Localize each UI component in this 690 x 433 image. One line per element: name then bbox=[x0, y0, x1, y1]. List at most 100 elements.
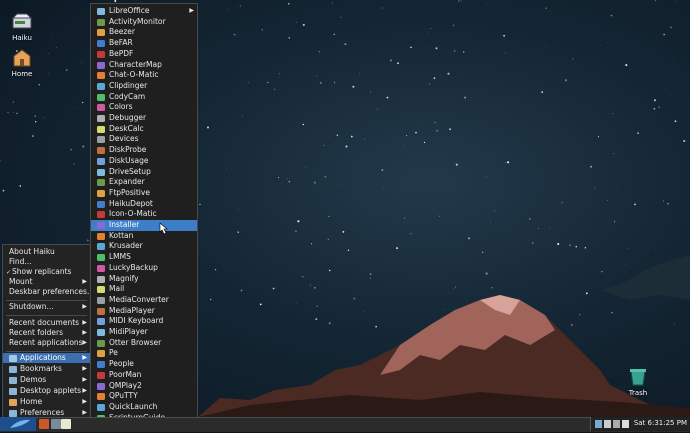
app-item-beezer[interactable]: Beezer bbox=[91, 27, 197, 38]
app-item-label: Clipdinger bbox=[109, 81, 147, 90]
menu-recent-folders[interactable]: Recent folders▶ bbox=[3, 328, 90, 338]
app-item-bepdf[interactable]: BePDF bbox=[91, 49, 197, 60]
menu-mount[interactable]: Mount▶ bbox=[3, 277, 90, 287]
volume-icon[interactable] bbox=[604, 420, 611, 428]
menu-desktop-applets[interactable]: Desktop applets▶ bbox=[3, 386, 90, 396]
submenu-arrow-icon: ▶ bbox=[189, 6, 194, 17]
mediaplayer-icon bbox=[97, 308, 105, 315]
deskcalc-icon bbox=[97, 126, 105, 133]
menu-recent-applications[interactable]: Recent applications▶ bbox=[3, 338, 90, 348]
network-icon[interactable] bbox=[595, 420, 602, 428]
menu-shutdown[interactable]: Shutdown...▶ bbox=[3, 302, 90, 312]
app-item-installer[interactable]: Installer bbox=[91, 220, 197, 231]
app-item-icon-o-matic[interactable]: Icon-O-Matic bbox=[91, 209, 197, 220]
document-app-icon[interactable] bbox=[61, 419, 71, 429]
app-item-kottan[interactable]: Kottan bbox=[91, 231, 197, 242]
bookmarks-folder-icon bbox=[9, 366, 17, 373]
clipdinger-icon bbox=[97, 83, 105, 90]
app-item-mail[interactable]: Mail bbox=[91, 284, 197, 295]
app-item-debugger[interactable]: Debugger bbox=[91, 113, 197, 124]
app-item-clipdinger[interactable]: Clipdinger bbox=[91, 81, 197, 92]
submenu-arrow-icon: ▶ bbox=[82, 302, 87, 312]
app-item-label: MidiPlayer bbox=[109, 327, 148, 336]
app-item-charactermap[interactable]: CharacterMap bbox=[91, 60, 197, 71]
clipboard-icon[interactable] bbox=[613, 420, 620, 428]
menu-find[interactable]: Find... bbox=[3, 257, 90, 267]
app-item-label: Icon-O-Matic bbox=[109, 209, 157, 218]
menu-recent-documents[interactable]: Recent documents▶ bbox=[3, 318, 90, 328]
menu-item-label: Deskbar preferences... bbox=[9, 287, 94, 296]
magnify-icon bbox=[97, 276, 105, 283]
sync-icon[interactable] bbox=[622, 420, 629, 428]
app-item-devices[interactable]: Devices bbox=[91, 134, 197, 145]
app-item-label: DriveSetup bbox=[109, 167, 151, 176]
ftppositive-icon bbox=[97, 190, 105, 197]
menu-item-label: Show replicants bbox=[12, 267, 71, 276]
app-item-midi-keyboard[interactable]: MIDI Keyboard bbox=[91, 316, 197, 327]
menu-about-haiku[interactable]: About Haiku bbox=[3, 247, 90, 257]
app-item-luckybackup[interactable]: LuckyBackup bbox=[91, 263, 197, 274]
menu-applications[interactable]: Applications▶ bbox=[3, 353, 90, 363]
bepdf-icon bbox=[97, 51, 105, 58]
app-item-label: DiskProbe bbox=[109, 145, 146, 154]
app-item-label: LMMS bbox=[109, 252, 131, 261]
app-item-activitymonitor[interactable]: ActivityMonitor bbox=[91, 17, 197, 28]
luckybackup-icon bbox=[97, 265, 105, 272]
app-item-qputty[interactable]: QPuTTY bbox=[91, 391, 197, 402]
app-item-magnify[interactable]: Magnify bbox=[91, 274, 197, 285]
menu-demos[interactable]: Demos▶ bbox=[3, 375, 90, 385]
app-item-codycam[interactable]: CodyCam bbox=[91, 92, 197, 103]
app-item-mediaplayer[interactable]: MediaPlayer bbox=[91, 306, 197, 317]
app-item-label: PoorMan bbox=[109, 370, 141, 379]
app-item-ftppositive[interactable]: FtpPositive bbox=[91, 188, 197, 199]
app-item-otter-browser[interactable]: Otter Browser bbox=[91, 338, 197, 349]
app-item-label: Magnify bbox=[109, 274, 139, 283]
app-item-haikudepot[interactable]: HaikuDepot bbox=[91, 199, 197, 210]
app-item-poorman[interactable]: PoorMan bbox=[91, 370, 197, 381]
haiku-icon-label: Haiku bbox=[0, 34, 44, 42]
app-item-label: HaikuDepot bbox=[109, 199, 153, 208]
app-window-icon[interactable] bbox=[51, 419, 61, 429]
app-item-qmplay2[interactable]: QMPlay2 bbox=[91, 381, 197, 392]
menu-home[interactable]: Home▶ bbox=[3, 397, 90, 407]
diskusage-icon bbox=[97, 158, 105, 165]
app-item-label: LibreOffice bbox=[109, 6, 149, 15]
app-item-lmms[interactable]: LMMS bbox=[91, 252, 197, 263]
app-item-deskcalc[interactable]: DeskCalc bbox=[91, 124, 197, 135]
app-item-label: BeFAR bbox=[109, 38, 133, 47]
app-item-pe[interactable]: Pe bbox=[91, 348, 197, 359]
menu-deskbar-preferences[interactable]: Deskbar preferences... bbox=[3, 287, 90, 297]
menu-bookmarks[interactable]: Bookmarks▶ bbox=[3, 364, 90, 374]
midiplayer-icon bbox=[97, 329, 105, 336]
app-item-quicklaunch[interactable]: QuickLaunch bbox=[91, 402, 197, 413]
tracker-app-icon[interactable] bbox=[39, 419, 49, 429]
app-item-krusader[interactable]: Krusader bbox=[91, 241, 197, 252]
system-tray: Sat 6:31:25 PM bbox=[590, 417, 690, 431]
app-item-label: DiskUsage bbox=[109, 156, 148, 165]
debugger-icon bbox=[97, 115, 105, 122]
applications-folder-icon bbox=[9, 355, 17, 362]
app-item-diskusage[interactable]: DiskUsage bbox=[91, 156, 197, 167]
app-item-label: Otter Browser bbox=[109, 338, 161, 347]
home-folder-desktop-icon[interactable]: Home bbox=[0, 48, 44, 78]
app-item-chat-o-matic[interactable]: Chat-O-Matic bbox=[91, 70, 197, 81]
drivesetup-icon bbox=[97, 169, 105, 176]
haiku-drive-icon[interactable]: Haiku bbox=[0, 12, 44, 42]
app-item-midiplayer[interactable]: MidiPlayer bbox=[91, 327, 197, 338]
app-item-colors[interactable]: Colors bbox=[91, 102, 197, 113]
app-item-libreoffice[interactable]: LibreOffice ▶ bbox=[91, 6, 197, 17]
app-item-expander[interactable]: Expander bbox=[91, 177, 197, 188]
app-item-drivesetup[interactable]: DriveSetup bbox=[91, 167, 197, 178]
menu-item-label: About Haiku bbox=[9, 247, 55, 256]
app-item-diskprobe[interactable]: DiskProbe bbox=[91, 145, 197, 156]
app-item-befar[interactable]: BeFAR bbox=[91, 38, 197, 49]
poorman-icon bbox=[97, 372, 105, 379]
menu-show-replicants[interactable]: ✓Show replicants bbox=[3, 267, 90, 277]
icon-o-matic-icon bbox=[97, 211, 105, 218]
clock[interactable]: Sat 6:31:25 PM bbox=[634, 419, 687, 427]
leaf-menu-button[interactable] bbox=[0, 417, 36, 431]
app-item-people[interactable]: People bbox=[91, 359, 197, 370]
trash-desktop-icon[interactable]: Trash bbox=[616, 367, 660, 397]
app-item-mediaconverter[interactable]: MediaConverter bbox=[91, 295, 197, 306]
menu-item-label: Mount bbox=[9, 277, 33, 286]
